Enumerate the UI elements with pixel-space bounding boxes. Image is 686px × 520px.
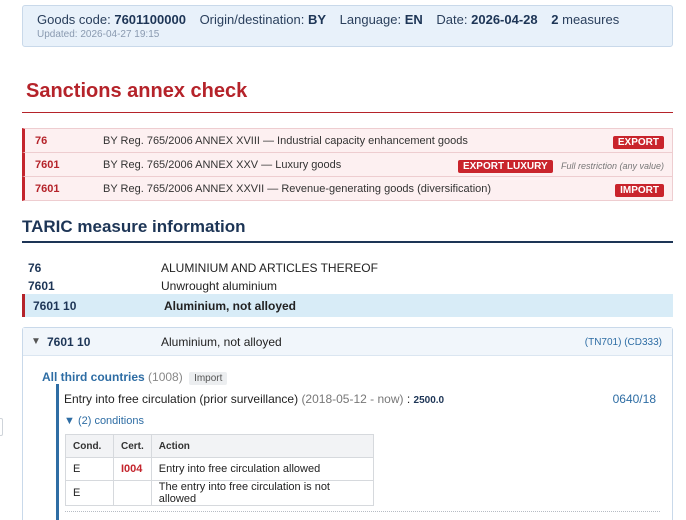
import-badge: Import: [189, 372, 228, 385]
condition-action: Entry into free circulation allowed: [150, 457, 374, 481]
measure-value: 2500.0: [413, 395, 445, 406]
measure-dates: (2018-05-12 - now): [301, 392, 404, 406]
sanction-text: BY Reg. 765/2006 ANNEX XVIII — Industria…: [103, 135, 468, 147]
footnote-refs-link[interactable]: (TN701) (CD333): [585, 337, 662, 348]
cond-header: Cond.: [65, 434, 114, 458]
goods-code-value: 7601100000: [114, 12, 186, 27]
restriction-note: Full restriction (any value): [560, 161, 664, 171]
date-label: Date:: [436, 12, 468, 27]
tree-desc: ALUMINIUM AND ARTICLES THEREOF: [161, 261, 378, 275]
import-badge: IMPORT: [615, 184, 664, 197]
geo-area-name[interactable]: All third countries: [42, 370, 145, 384]
cert-header: Cert.: [113, 434, 152, 458]
language-value: EN: [404, 12, 423, 27]
sanction-code: 7601: [35, 183, 60, 195]
action-header: Action: [150, 434, 374, 458]
condition-action: The entry into free circulation is not a…: [150, 480, 374, 506]
measures-label: measures: [562, 12, 620, 27]
tree-code: 76: [28, 261, 42, 275]
geo-area-count: (1008): [148, 370, 183, 384]
updated-timestamp: Updated: 2026-04-27 19:15: [37, 29, 160, 40]
tree-desc: Unwrought aluminium: [161, 279, 278, 293]
measure-panel: ▼ 7601 10 Aluminium, not alloyed (TN701)…: [22, 327, 673, 520]
sanction-flags: IMPORT: [615, 182, 664, 197]
measure-panel-header[interactable]: ▼ 7601 10 Aluminium, not alloyed (TN701)…: [23, 328, 672, 356]
conditions-toggle[interactable]: ▼ (2) conditions: [64, 415, 144, 427]
sanction-flags: EXPORT LUXURY Full restriction (any valu…: [457, 158, 664, 173]
measure-indent-bar: [56, 384, 59, 520]
origin-label: Origin/destination:: [199, 12, 305, 27]
certificate-code: [113, 480, 152, 506]
sanction-row: 76 BY Reg. 765/2006 ANNEX XVIII — Indust…: [22, 128, 673, 153]
tree-row-selected[interactable]: 7601 10 Aluminium, not alloyed: [22, 294, 673, 317]
measure-type: Entry into free circulation (prior surve…: [64, 392, 444, 406]
sanction-row: 7601 BY Reg. 765/2006 ANNEX XXVII — Reve…: [22, 176, 673, 201]
sanction-code: 7601: [35, 159, 60, 171]
tree-code: 7601: [28, 279, 55, 293]
nomenclature-tree: 76 ALUMINIUM AND ARTICLES THEREOF 7601 U…: [22, 258, 673, 317]
taric-title: TARIC measure information: [22, 217, 246, 236]
export-luxury-badge: EXPORT LUXURY: [457, 160, 553, 173]
date-value: 2026-04-28: [471, 12, 538, 27]
condition-row: E I004 Entry into free circulation allow…: [65, 457, 374, 481]
sanction-code: 76: [35, 135, 48, 147]
conditions-header-row: Cond. Cert. Action: [65, 434, 374, 458]
side-handle[interactable]: [0, 418, 3, 436]
language-label: Language:: [339, 12, 402, 27]
collapse-arrow-icon[interactable]: ▼: [31, 336, 41, 347]
taric-divider: [22, 241, 673, 243]
regulation-link[interactable]: 0640/18: [613, 392, 656, 406]
sanction-flags: EXPORT: [612, 134, 664, 149]
geo-area: All third countries (1008) Import: [42, 370, 228, 385]
condition-code: E: [65, 457, 114, 481]
sanction-text: BY Reg. 765/2006 ANNEX XXV — Luxury good…: [103, 159, 342, 171]
condition-row: E The entry into free circulation is not…: [65, 480, 374, 506]
measure-separator: :: [406, 392, 411, 406]
measure-type-name: Entry into free circulation (prior surve…: [64, 392, 299, 406]
sanction-text: BY Reg. 765/2006 ANNEX XXVII — Revenue-g…: [103, 183, 492, 195]
measure-desc: Aluminium, not alloyed: [161, 335, 282, 349]
measures-count: 2: [551, 12, 559, 27]
tree-desc: Aluminium, not alloyed: [164, 299, 297, 313]
tree-row-chapter[interactable]: 76 ALUMINIUM AND ARTICLES THEREOF: [22, 258, 673, 276]
dotted-separator: [65, 511, 660, 512]
tree-code: 7601 10: [33, 299, 77, 313]
measure-info-header: Goods code: 7601100000 Origin/destinatio…: [22, 5, 673, 47]
export-badge: EXPORT: [612, 136, 664, 149]
goods-code-label: Goods code:: [37, 12, 111, 27]
sanctions-title: Sanctions annex check: [26, 80, 248, 102]
certificate-code[interactable]: I004: [113, 457, 152, 481]
measure-code: 7601 10: [47, 335, 91, 349]
info-summary-row: Goods code: 7601100000 Origin/destinatio…: [37, 12, 658, 27]
sanction-row: 7601 BY Reg. 765/2006 ANNEX XXV — Luxury…: [22, 152, 673, 177]
sanctions-list: 76 BY Reg. 765/2006 ANNEX XVIII — Indust…: [22, 128, 673, 201]
conditions-table: Cond. Cert. Action E I004 Entry into fre…: [65, 434, 374, 506]
tree-row-heading[interactable]: 7601 Unwrought aluminium: [22, 276, 673, 294]
sanctions-divider: [22, 112, 673, 113]
condition-code: E: [65, 480, 114, 506]
origin-value: BY: [307, 12, 327, 27]
